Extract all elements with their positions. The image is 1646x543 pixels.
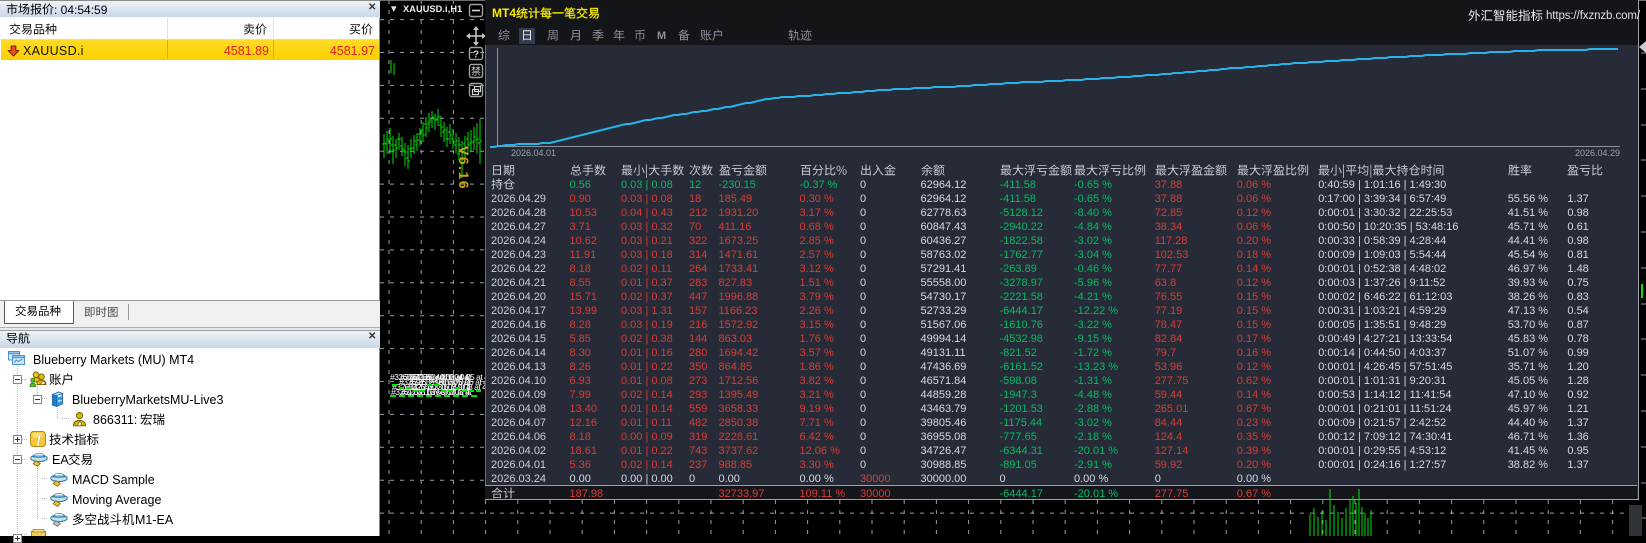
- svg-text:?: ?: [473, 50, 479, 61]
